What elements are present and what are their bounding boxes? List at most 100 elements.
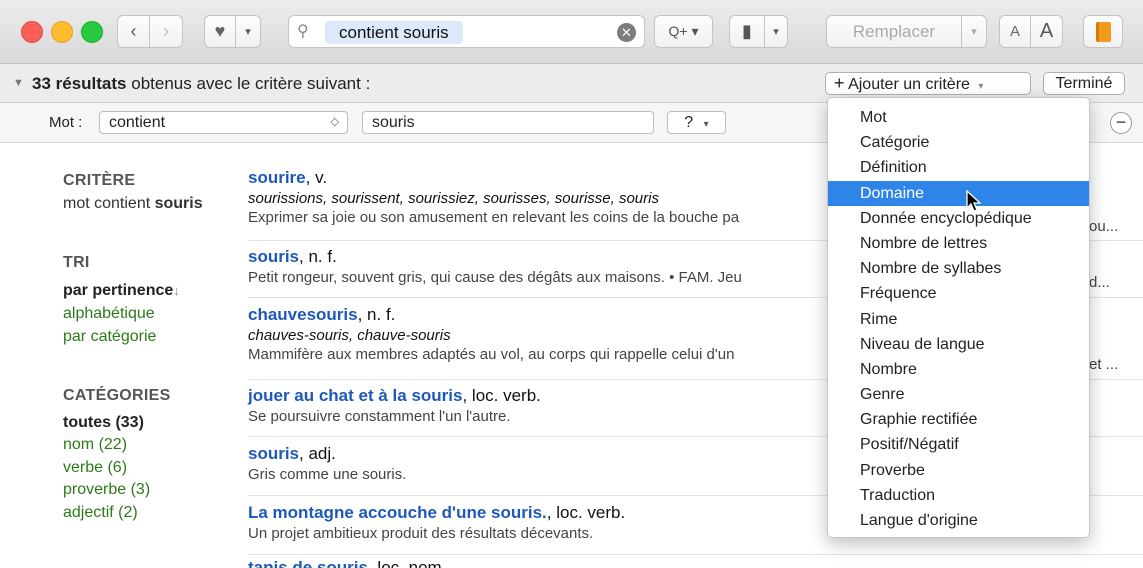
menu-item-graphie-rectifiee[interactable]: Graphie rectifiée — [828, 407, 1089, 432]
app-window: ‹ › ♥ ▾ ⚲ contient souris ✕ Q+ ▾ ▮ ▾ Rem… — [0, 0, 1143, 568]
minimize-window-button[interactable] — [51, 21, 73, 43]
remove-criterion-button[interactable]: − — [1110, 112, 1132, 134]
filter-label: Mot : — [49, 114, 83, 131]
menu-item-definition[interactable]: Définition — [828, 155, 1089, 180]
menu-item-niveau-de-langue[interactable]: Niveau de langue — [828, 332, 1089, 357]
criteria-section: CRITÈRE mot contient souris — [63, 172, 203, 213]
menu-item-positif-negatif[interactable]: Positif/Négatif — [828, 432, 1089, 457]
toolbar: ‹ › ♥ ▾ ⚲ contient souris ✕ Q+ ▾ ▮ ▾ Rem… — [0, 0, 1143, 64]
updown-icon: ◇ — [330, 116, 339, 128]
sort-relevance-link[interactable]: par pertinence — [63, 282, 173, 299]
operator-select[interactable]: contient ◇ — [99, 111, 348, 134]
chevron-down-icon: ▾ — [971, 26, 977, 38]
book-button[interactable] — [1083, 15, 1123, 48]
menu-item-rime[interactable]: Rime — [828, 307, 1089, 332]
menu-item-nombre-de-syllabes[interactable]: Nombre de syllabes — [828, 256, 1089, 281]
result-pos: , v. — [305, 168, 328, 187]
result-item[interactable]: tapis de souris, loc. nom. — [248, 559, 1143, 568]
result-pos: , loc. verb. — [462, 386, 541, 405]
menu-item-nombre-de-lettres[interactable]: Nombre de lettres — [828, 231, 1089, 256]
results-summary: 33 résultats obtenus avec le critère sui… — [32, 74, 370, 94]
done-button[interactable]: Terminé — [1043, 72, 1125, 95]
criterion-value: souris — [372, 114, 415, 131]
result-headword[interactable]: souris — [248, 247, 299, 266]
menu-item-traduction[interactable]: Traduction — [828, 483, 1089, 508]
menu-item-donnee-encyclopedique[interactable]: Donnée encyclopédique — [828, 206, 1089, 231]
categories-section: CATÉGORIES toutes (33) nom (22) verbe (6… — [63, 385, 171, 524]
result-overflow-text: d... — [1089, 274, 1110, 291]
result-headword[interactable]: La montagne accouche d'une souris. — [248, 503, 547, 522]
criteria-text: mot contient — [63, 195, 151, 212]
chevron-down-icon: ▾ — [773, 26, 779, 38]
menu-item-nombre[interactable]: Nombre — [828, 357, 1089, 382]
sort-category-link[interactable]: par catégorie — [63, 325, 180, 348]
menu-item-proverbe[interactable]: Proverbe — [828, 458, 1089, 483]
result-headword[interactable]: souris — [248, 444, 299, 463]
category-all-link[interactable]: toutes (33) — [63, 414, 144, 431]
criteria-word: souris — [154, 195, 203, 212]
result-pos: , adj. — [299, 444, 336, 463]
chevron-left-icon: ‹ — [130, 21, 137, 41]
heart-icon: ♥ — [214, 21, 226, 41]
add-criterion-menu: Mot Catégorie Définition Domaine Donnée … — [827, 97, 1090, 538]
mouse-cursor-icon — [966, 190, 982, 212]
criterion-value-input[interactable]: souris — [362, 111, 654, 134]
font-smaller-button[interactable]: A — [999, 15, 1031, 48]
search-icon: ⚲ — [297, 23, 309, 40]
clear-search-icon[interactable]: ✕ — [617, 23, 636, 42]
back-button[interactable]: ‹ — [117, 15, 150, 48]
result-headword[interactable]: sourire — [248, 168, 306, 187]
menu-item-langue-d-origine[interactable]: Langue d'origine — [828, 508, 1089, 533]
categories-heading: CATÉGORIES — [63, 387, 171, 404]
add-criterion-button[interactable]: + Ajouter un critère ▾ — [825, 72, 1031, 95]
criterion-extra-select[interactable]: ? ▾ — [667, 111, 726, 134]
disclosure-triangle-icon[interactable]: ▼ — [13, 77, 24, 89]
result-pos: , loc. verb. — [546, 503, 626, 522]
category-noun-link[interactable]: nom (22) — [63, 434, 171, 457]
result-pos: , n. f. — [299, 247, 337, 266]
category-verb-link[interactable]: verbe (6) — [63, 457, 171, 480]
results-summary-text: obtenus avec le critère suivant : — [131, 74, 371, 93]
book-icon — [1095, 21, 1111, 42]
replace-button[interactable]: Remplacer — [826, 15, 962, 48]
sort-alphabetical-link[interactable]: alphabétique — [63, 302, 180, 325]
menu-item-frequence[interactable]: Fréquence — [828, 281, 1089, 306]
result-pos: , n. f. — [357, 305, 396, 324]
sort-section: TRI par pertinence↓ alphabétique par cat… — [63, 251, 180, 348]
menu-item-categorie[interactable]: Catégorie — [828, 130, 1089, 155]
results-count: 33 résultats — [32, 74, 127, 93]
chevron-down-icon: ▾ — [245, 26, 251, 38]
result-headword[interactable]: jouer au chat et à la souris — [248, 386, 462, 405]
forward-button[interactable]: › — [149, 15, 183, 48]
zoom-window-button[interactable] — [81, 21, 103, 43]
result-headword[interactable]: tapis de souris — [248, 559, 368, 568]
category-adjective-link[interactable]: adjectif (2) — [63, 502, 171, 525]
criterion-extra-value: ? — [684, 114, 694, 131]
menu-item-mot[interactable]: Mot — [828, 105, 1089, 130]
search-field[interactable]: ⚲ contient souris ✕ — [288, 15, 645, 48]
criteria-heading: CRITÈRE — [63, 172, 136, 189]
category-proverb-link[interactable]: proverbe (3) — [63, 479, 171, 502]
replace-menu-button[interactable]: ▾ — [961, 15, 987, 48]
trash-menu-button[interactable]: ▾ — [764, 15, 788, 48]
sort-heading: TRI — [63, 254, 90, 271]
chevron-right-icon: › — [163, 21, 169, 41]
close-window-button[interactable] — [21, 21, 43, 43]
trash-button[interactable]: ▮ — [729, 15, 765, 48]
advanced-search-button[interactable]: Q+ ▾ — [654, 15, 713, 48]
zoom-plus-icon: Q+ ▾ — [668, 23, 699, 39]
result-headword[interactable]: chauvesouris — [248, 305, 358, 324]
menu-item-domaine[interactable]: Domaine — [828, 180, 1089, 206]
search-token[interactable]: contient souris — [325, 21, 463, 44]
chevron-down-icon: ▾ — [703, 119, 709, 130]
chevron-down-icon: ▾ — [978, 81, 984, 92]
trash-icon: ▮ — [742, 21, 752, 41]
result-pos: , loc. nom. — [368, 559, 446, 568]
font-larger-button[interactable]: A — [1030, 15, 1063, 48]
favorite-button[interactable]: ♥ — [204, 15, 236, 48]
result-overflow-text: ou... — [1089, 218, 1119, 235]
menu-item-genre[interactable]: Genre — [828, 382, 1089, 407]
done-label: Terminé — [1055, 75, 1113, 92]
sort-arrow-icon: ↓ — [173, 283, 180, 298]
favorite-menu-button[interactable]: ▾ — [235, 15, 261, 48]
